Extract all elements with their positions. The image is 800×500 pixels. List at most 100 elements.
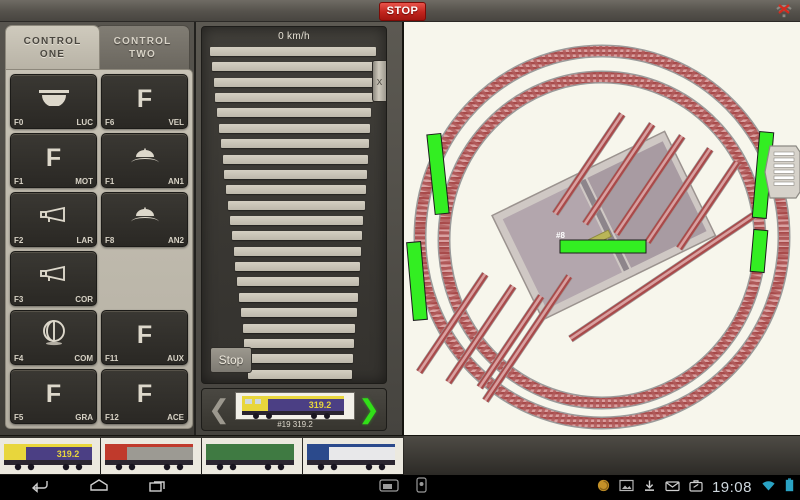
- model-railroad-control-app: STOP CONTROL ONE CONTROL TWO F0 LUC F F6 VEL…: [0, 0, 800, 500]
- speed-step-2[interactable]: [213, 77, 374, 87]
- horn-icon: [37, 265, 71, 293]
- function-button-f3[interactable]: F3 COR: [10, 251, 97, 306]
- wifi-icon: [761, 479, 776, 497]
- function-abbr-label: AUX: [167, 354, 184, 363]
- nav-buttons: [30, 475, 168, 500]
- svg-text:319.2: 319.2: [57, 449, 80, 459]
- function-abbr-label: MOT: [75, 177, 93, 186]
- loco-thumb-green[interactable]: [202, 437, 302, 474]
- locomotive-selector: ❮ 319.2 #19 319.2 ❯: [201, 388, 387, 431]
- f-letter-icon: F: [45, 379, 62, 408]
- speed-step-10[interactable]: [228, 200, 365, 210]
- speed-step-6[interactable]: [220, 139, 370, 149]
- gallery-empty-area: [404, 435, 800, 475]
- clock: 19:08: [711, 479, 752, 496]
- f-letter-icon: F: [136, 84, 153, 113]
- cap-icon: [128, 146, 162, 176]
- function-button-f1[interactable]: F F1 MOT: [10, 133, 97, 188]
- loco-thumb-red[interactable]: [101, 437, 201, 474]
- function-button-f4[interactable]: F4 COM: [10, 310, 97, 365]
- selected-locomotive-caption: #19 319.2: [277, 420, 313, 429]
- f-letter-icon: F: [45, 143, 62, 172]
- tab-two-line2: TWO: [129, 49, 156, 60]
- horn-icon: [37, 206, 71, 234]
- speed-step-5[interactable]: [219, 123, 371, 133]
- cap-icon: [128, 205, 162, 235]
- block-indicator-right-inner: [749, 228, 769, 274]
- speed-step-17[interactable]: [240, 308, 357, 318]
- speed-step-18[interactable]: [242, 323, 356, 333]
- recent-apps-icon[interactable]: [148, 478, 168, 498]
- function-abbr-label: COR: [75, 295, 93, 304]
- chevron-right-icon[interactable]: ❯: [358, 394, 380, 426]
- emergency-stop-button[interactable]: STOP: [379, 2, 426, 21]
- function-button-f6[interactable]: F F6 VEL: [101, 74, 188, 129]
- speed-step-8[interactable]: [224, 169, 367, 179]
- speed-step-16[interactable]: [238, 292, 358, 302]
- function-button-grid: F0 LUC F F6 VEL F F1 MOT F1 AN1 F2 LAR F8 AN2 F3 COR F4 C…: [5, 69, 193, 429]
- briefcase-icon: [689, 479, 703, 497]
- top-bar: STOP: [0, 0, 800, 22]
- loco-thumb-319-2[interactable]: 319.2: [0, 437, 100, 474]
- track-layout-diagram[interactable]: #8: [404, 22, 800, 435]
- speed-slider[interactable]: 0 km/h x Stop: [201, 26, 387, 384]
- speed-step-9[interactable]: [226, 185, 366, 195]
- function-button-f12[interactable]: F F12 ACE: [101, 369, 188, 424]
- speed-step-12[interactable]: [231, 231, 363, 241]
- function-abbr-label: LAR: [76, 236, 93, 245]
- function-abbr-label: AN1: [167, 177, 184, 186]
- function-key-label: F1: [14, 177, 24, 186]
- chevron-left-icon[interactable]: ❮: [208, 394, 230, 426]
- function-abbr-label: LUC: [76, 118, 93, 127]
- block-label: #8: [556, 231, 565, 240]
- home-icon[interactable]: [88, 478, 110, 498]
- function-button-f0[interactable]: F0 LUC: [10, 74, 97, 129]
- tab-control-two[interactable]: CONTROL TWO: [95, 25, 190, 69]
- speed-step-15[interactable]: [237, 277, 359, 287]
- function-abbr-label: GRA: [75, 413, 93, 422]
- function-button-f11[interactable]: F F11 AUX: [101, 310, 188, 365]
- speed-step-19[interactable]: [244, 338, 355, 348]
- rotation-lock-icon[interactable]: [416, 477, 427, 498]
- battery-icon: [785, 478, 794, 497]
- function-abbr-label: AN2: [167, 236, 184, 245]
- function-button-f1[interactable]: F1 AN1: [101, 133, 188, 188]
- function-key-label: F4: [14, 354, 24, 363]
- selected-locomotive-image[interactable]: 319.2: [235, 392, 355, 420]
- function-abbr-label: COM: [74, 354, 93, 363]
- locomotive-gallery[interactable]: 319.2: [0, 435, 404, 475]
- speed-step-4[interactable]: [217, 108, 372, 118]
- speed-ladder[interactable]: [202, 45, 386, 383]
- function-button-f5[interactable]: F F5 GRA: [10, 369, 97, 424]
- function-button-f8[interactable]: F8 AN2: [101, 192, 188, 247]
- turnout-control-widget[interactable]: [764, 145, 800, 199]
- speed-step-3[interactable]: [215, 93, 373, 103]
- function-panel: CONTROL ONE CONTROL TWO F0 LUC F F6 VEL F F1 MO…: [0, 22, 196, 435]
- function-abbr-label: VEL: [168, 118, 184, 127]
- function-button-f2[interactable]: F2 LAR: [10, 192, 97, 247]
- speed-step-11[interactable]: [229, 216, 364, 225]
- function-key-label: F6: [105, 118, 115, 127]
- function-key-label: F1: [105, 177, 115, 186]
- loco-thumb-white[interactable]: [303, 437, 403, 474]
- screenshot-icon[interactable]: [378, 478, 400, 498]
- function-button-empty: [101, 251, 188, 306]
- speed-step-20[interactable]: [246, 354, 354, 364]
- throttle-panel: 0 km/h x Stop ❮ 319.2 #19 319.2 ❯: [196, 22, 404, 435]
- slider-handle-icon[interactable]: x: [372, 60, 386, 102]
- back-arrow-icon[interactable]: [30, 478, 50, 498]
- speed-step-0[interactable]: [210, 47, 376, 56]
- download-icon: [643, 479, 656, 497]
- track-layout-panel[interactable]: #8: [404, 22, 800, 435]
- speed-step-21[interactable]: [248, 369, 352, 379]
- wifi-disconnected-icon: [774, 2, 794, 20]
- function-key-label: F3: [14, 295, 24, 304]
- stop-button[interactable]: Stop: [210, 347, 252, 373]
- speed-step-1[interactable]: [211, 62, 375, 72]
- speed-step-13[interactable]: [233, 246, 362, 256]
- android-navigation-bar: 19:08: [0, 475, 800, 500]
- f-letter-icon: F: [136, 379, 153, 408]
- speed-step-14[interactable]: [235, 262, 360, 272]
- speed-step-7[interactable]: [222, 154, 368, 164]
- tab-control-one[interactable]: CONTROL ONE: [5, 25, 100, 69]
